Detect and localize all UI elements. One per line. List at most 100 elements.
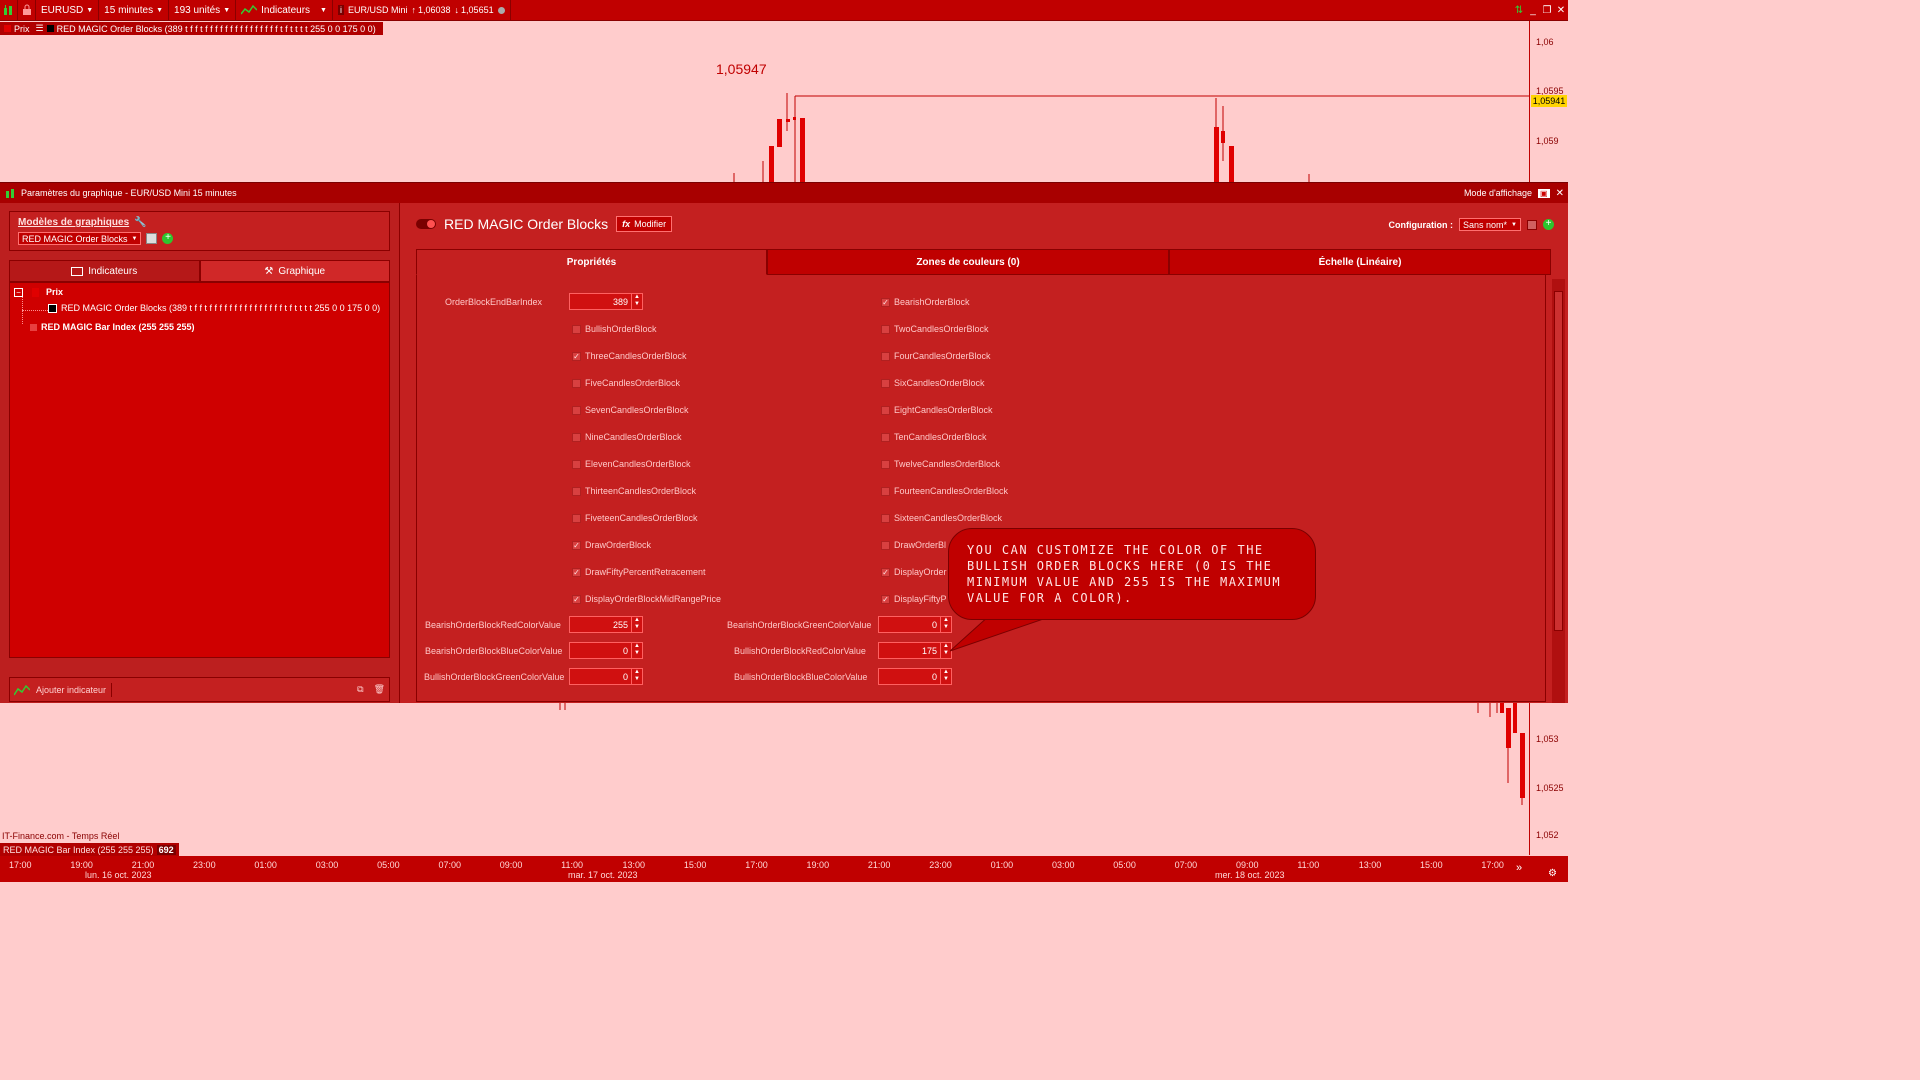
price-chart-top[interactable]: 1,05947	[0, 21, 1529, 182]
tab-indicators[interactable]: Indicateurs	[9, 260, 200, 282]
tab-zones-couleurs[interactable]: Zones de couleurs (0)	[767, 249, 1169, 275]
checkbox-box[interactable]: ✓	[572, 351, 581, 361]
sync-icon[interactable]: ⇅	[1512, 5, 1526, 16]
left-checkbox[interactable]: ✓ DrawFiftyPercentRetracement	[572, 567, 706, 577]
checkbox-box[interactable]	[572, 513, 581, 523]
right-checkbox[interactable]: TwelveCandlesOrderBlock	[881, 459, 1000, 469]
left-checkbox[interactable]: ElevenCandlesOrderBlock	[572, 459, 691, 469]
restore-icon[interactable]: ❐	[1540, 5, 1554, 16]
checkbox-box[interactable]	[572, 405, 581, 415]
spinner-icon[interactable]: ▲ ▼	[940, 669, 951, 684]
modify-button[interactable]: fx Modifier	[616, 216, 673, 232]
checkbox-box[interactable]	[881, 459, 890, 469]
checkbox-box[interactable]	[881, 513, 890, 523]
checkbox-box[interactable]	[881, 324, 890, 334]
bullish-blue-input[interactable]: 0 ▲ ▼	[878, 668, 952, 685]
left-checkbox[interactable]: SevenCandlesOrderBlock	[572, 405, 689, 415]
display-mode-icon[interactable]: ▣	[1538, 188, 1550, 198]
checkbox-box[interactable]: ✓	[881, 567, 890, 577]
symbol-dropdown[interactable]: EURUSD ▼	[36, 0, 100, 21]
right-checkbox[interactable]: TwoCandlesOrderBlock	[881, 324, 989, 334]
list-icon[interactable]: ☰	[33, 23, 47, 34]
tree-item-order-blocks[interactable]: RED MAGIC Order Blocks (389 t f f t f f …	[48, 303, 380, 313]
add-icon[interactable]: +	[162, 233, 174, 244]
models-link[interactable]: Modèles de graphiques	[18, 217, 129, 228]
tab-graphique[interactable]: ⚒ Graphique	[199, 260, 390, 282]
config-select[interactable]: Sans nom* ▼	[1459, 218, 1521, 231]
scroll-right-icon[interactable]: »	[1516, 862, 1522, 874]
tree-item-bar-index[interactable]: RED MAGIC Bar Index (255 255 255)	[30, 322, 195, 332]
chart-type-icon[interactable]	[0, 0, 18, 21]
spinner-icon[interactable]: ▲ ▼	[631, 617, 642, 632]
left-checkbox[interactable]: BullishOrderBlock	[572, 324, 657, 334]
right-checkbox[interactable]: DrawOrderBl	[881, 540, 946, 550]
right-checkbox[interactable]: FourteenCandlesOrderBlock	[881, 486, 1008, 496]
left-checkbox[interactable]: ✓ DisplayOrderBlockMidRangePrice	[572, 594, 721, 604]
settings-icon[interactable]: ⚙	[1548, 868, 1557, 879]
minimize-icon[interactable]: _	[1526, 5, 1540, 16]
collapse-icon[interactable]: −	[14, 287, 23, 297]
lock-icon[interactable]	[18, 0, 36, 21]
scrollbar-thumb[interactable]	[1554, 291, 1563, 631]
spinner-icon[interactable]: ▲ ▼	[631, 669, 642, 684]
add-indicator-button[interactable]: Ajouter indicateur	[36, 685, 106, 695]
left-checkbox[interactable]: FiveteenCandlesOrderBlock	[572, 513, 698, 523]
right-checkbox[interactable]: EightCandlesOrderBlock	[881, 405, 993, 415]
checkbox-box[interactable]: ✓	[572, 567, 581, 577]
chart-legend[interactable]: Prix ☰ RED MAGIC Order Blocks (389 t f f…	[0, 22, 383, 35]
indicator-toggle[interactable]	[416, 219, 436, 229]
bullish-red-input[interactable]: 175 ▲ ▼	[878, 642, 952, 659]
tab-echelle[interactable]: Échelle (Linéaire)	[1169, 249, 1551, 275]
checkbox-box[interactable]: ✓	[881, 594, 890, 604]
save-icon[interactable]	[146, 233, 158, 244]
checkbox-box[interactable]	[572, 324, 581, 334]
trash-icon[interactable]: 🗑	[374, 684, 385, 695]
close-icon[interactable]: ✕	[1556, 188, 1564, 199]
checkbox-box[interactable]	[881, 405, 890, 415]
tree-item-prix[interactable]: − Prix	[14, 287, 63, 297]
left-checkbox[interactable]: NineCandlesOrderBlock	[572, 432, 682, 442]
right-checkbox[interactable]: FourCandlesOrderBlock	[881, 351, 991, 361]
time-axis[interactable]: 17:00 19:00 21:00 23:00 01:00 03:00 05:00 07:00…	[0, 856, 1568, 882]
bullish-green-input[interactable]: 0 ▲ ▼	[569, 668, 643, 685]
checkbox-box[interactable]	[572, 432, 581, 442]
checkbox-box[interactable]: ✓	[572, 540, 581, 550]
spinner-icon[interactable]: ▲ ▼	[631, 294, 642, 309]
checkbox-box[interactable]	[572, 459, 581, 469]
bearish-blue-input[interactable]: 0 ▲ ▼	[569, 642, 643, 659]
checkbox-box[interactable]	[881, 378, 890, 388]
checkbox-box[interactable]	[881, 486, 890, 496]
checkbox-box[interactable]	[881, 432, 890, 442]
spinner-icon[interactable]: ▲ ▼	[631, 643, 642, 658]
timeframe-dropdown[interactable]: 15 minutes ▼	[99, 0, 170, 21]
price-axis-bottom[interactable]: 1,053 1,0525 1,052	[1529, 703, 1568, 855]
end-bar-input[interactable]: 389 ▲ ▼	[569, 293, 643, 310]
price-chart-bottom[interactable]	[0, 703, 1529, 843]
scrollbar[interactable]	[1552, 279, 1565, 703]
bar-index-legend[interactable]: RED MAGIC Bar Index (255 255 255) 692	[0, 843, 179, 856]
checkbox-box[interactable]	[881, 351, 890, 361]
checkbox-box[interactable]: ✓	[572, 594, 581, 604]
right-checkbox[interactable]: TenCandlesOrderBlock	[881, 432, 987, 442]
indicators-button[interactable]: Indicateurs ▼	[236, 0, 333, 21]
bearish-red-input[interactable]: 255 ▲ ▼	[569, 616, 643, 633]
right-checkbox[interactable]: SixCandlesOrderBlock	[881, 378, 985, 388]
right-checkbox[interactable]: ✓ DisplayFiftyP	[881, 594, 947, 604]
checkbox-box[interactable]: ✓	[881, 297, 890, 307]
wrench-icon[interactable]: 🔧	[134, 217, 146, 228]
right-checkbox[interactable]: ✓ DisplayOrder	[881, 567, 947, 577]
left-checkbox[interactable]: FiveCandlesOrderBlock	[572, 378, 680, 388]
models-select[interactable]: RED MAGIC Order Blocks ▼	[18, 232, 142, 245]
close-icon[interactable]: ✕	[1554, 5, 1568, 16]
units-dropdown[interactable]: 193 unités ▼	[169, 0, 237, 21]
checkbox-box[interactable]	[881, 540, 890, 550]
right-checkbox[interactable]: ✓ BearishOrderBlock	[881, 297, 970, 307]
save-icon[interactable]	[1527, 219, 1537, 230]
bearish-green-input[interactable]: 0 ▲ ▼	[878, 616, 952, 633]
add-icon[interactable]: +	[1543, 219, 1554, 230]
left-checkbox[interactable]: ✓ ThreeCandlesOrderBlock	[572, 351, 687, 361]
checkbox-box[interactable]	[572, 486, 581, 496]
right-checkbox[interactable]: SixteenCandlesOrderBlock	[881, 513, 1002, 523]
left-checkbox[interactable]: ✓ DrawOrderBlock	[572, 540, 651, 550]
checkbox-box[interactable]	[572, 378, 581, 388]
